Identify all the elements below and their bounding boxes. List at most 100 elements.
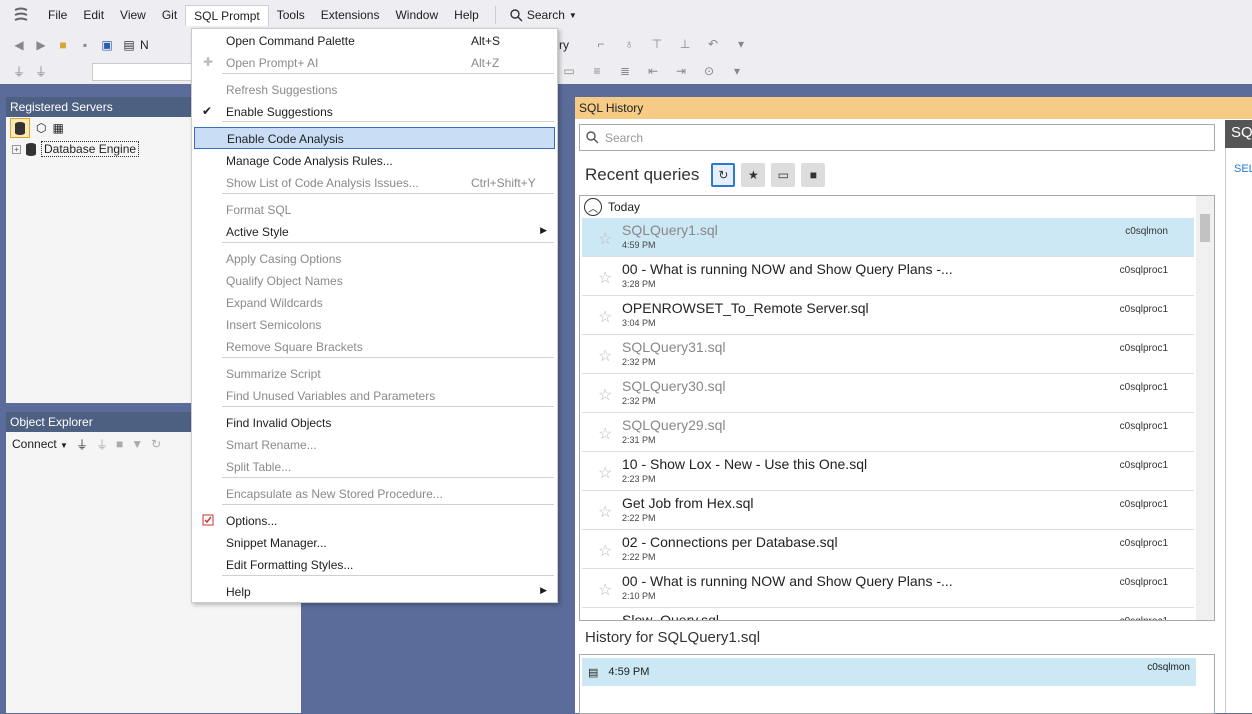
query-row[interactable]: ☆ SQLQuery30.sql 2:32 PM c0sqlproc1: [582, 374, 1194, 413]
query-row[interactable]: ☆ 00 - What is running NOW and Show Query…: [582, 257, 1194, 296]
toolbar-icon-a[interactable]: ⌐: [593, 36, 609, 52]
star-icon[interactable]: ☆: [598, 541, 612, 561]
scrollbar-thumb[interactable]: [1200, 214, 1210, 242]
menu-tools[interactable]: Tools: [269, 5, 313, 25]
menu-item-apply-casing-options[interactable]: Apply Casing Options: [194, 248, 555, 270]
new-query-button[interactable]: N: [140, 38, 149, 52]
group-header-today[interactable]: ︿ Today: [580, 196, 1214, 218]
menu-item-show-code-analysis-issues[interactable]: Show List of Code Analysis Issues... Ctrl…: [194, 172, 555, 194]
indent-icon[interactable]: ⇥: [673, 63, 689, 79]
menu-item-insert-semicolons[interactable]: Insert Semicolons: [194, 314, 555, 336]
open-folder-icon[interactable]: ■: [55, 37, 71, 53]
forward-icon[interactable]: ▶: [33, 37, 49, 53]
menu-item-format-sql[interactable]: Format SQL: [194, 199, 555, 221]
menu-item-split-table[interactable]: Split Table...: [194, 456, 555, 478]
star-icon[interactable]: ☆: [598, 619, 612, 620]
star-icon[interactable]: ☆: [598, 424, 612, 444]
stop-icon[interactable]: ■: [116, 437, 123, 451]
collapse-icon[interactable]: ︿: [584, 198, 602, 216]
disconnect-plug-icon[interactable]: ⏚: [96, 436, 108, 453]
menu-item-open-prompt-ai[interactable]: ✚ Open Prompt+ AI Alt+Z: [194, 52, 555, 74]
refresh-icon[interactable]: ↻: [151, 437, 161, 451]
menu-item-edit-formatting-styles[interactable]: Edit Formatting Styles...: [194, 554, 555, 576]
search-menu[interactable]: Search ▼: [504, 5, 583, 25]
expand-icon[interactable]: +: [12, 144, 21, 154]
menu-item-summarize-script[interactable]: Summarize Script: [194, 363, 555, 385]
refresh-button[interactable]: ↻: [711, 163, 736, 187]
star-icon[interactable]: ☆: [598, 307, 612, 327]
query-row[interactable]: ☆ SQLQuery1.sql 4:59 PM c0sqlmon: [582, 218, 1194, 257]
menu-item-options[interactable]: Options...: [194, 510, 555, 532]
save-all-icon[interactable]: ▣: [99, 37, 115, 53]
toolbar-icon-c[interactable]: ⊤: [649, 36, 665, 52]
reporting-services-icon[interactable]: ▦: [52, 121, 63, 135]
menu-item-enable-suggestions[interactable]: ✔ Enable Suggestions: [194, 101, 555, 123]
query-row[interactable]: ☆ OPENROWSET_To_Remote Server.sql 3:04 PM c…: [582, 296, 1194, 335]
editor-tab[interactable]: SQ: [1225, 120, 1252, 148]
menu-item-remove-square-brackets[interactable]: Remove Square Brackets: [194, 336, 555, 358]
history-row[interactable]: ▤ 4:59 PM c0sqlmon: [582, 658, 1196, 686]
menu-view[interactable]: View: [112, 5, 154, 25]
menu-sql-prompt[interactable]: SQL Prompt: [185, 4, 269, 26]
menu-item-smart-rename[interactable]: Smart Rename...: [194, 434, 555, 456]
plug-icon[interactable]: ⏚: [11, 64, 27, 80]
toolbar-icon-d[interactable]: ⊥: [677, 36, 693, 52]
menu-item-help[interactable]: Help ▶: [194, 581, 555, 603]
menu-item-expand-wildcards[interactable]: Expand Wildcards: [194, 292, 555, 314]
menu-item-active-style[interactable]: Active Style ▶: [194, 221, 555, 243]
menu-item-find-unused-variables[interactable]: Find Unused Variables and Parameters: [194, 385, 555, 407]
star-icon[interactable]: ☆: [598, 346, 612, 366]
menu-extensions[interactable]: Extensions: [313, 5, 388, 25]
star-icon[interactable]: ☆: [598, 229, 612, 249]
connect-button[interactable]: Connect ▼: [12, 437, 68, 451]
star-icon[interactable]: ☆: [598, 580, 612, 600]
menu-window[interactable]: Window: [387, 5, 446, 25]
vertical-scrollbar[interactable]: [1196, 196, 1214, 620]
outdent-icon[interactable]: ⇤: [645, 63, 661, 79]
star-icon[interactable]: ☆: [598, 385, 612, 405]
analysis-services-icon[interactable]: ⬡: [36, 121, 46, 135]
star-icon[interactable]: ☆: [598, 463, 612, 483]
overflow-icon[interactable]: ▾: [733, 36, 749, 52]
overflow-icon-2[interactable]: ▾: [729, 63, 745, 79]
menu-item-open-command-palette[interactable]: Open Command Palette Alt+S: [194, 30, 555, 52]
database-engine-icon[interactable]: [10, 118, 30, 138]
history-search-input[interactable]: Search: [579, 124, 1215, 151]
menu-item-enable-code-analysis[interactable]: Enable Code Analysis: [194, 127, 555, 149]
folder-button[interactable]: ■: [801, 163, 826, 187]
menu-item-manage-code-analysis-rules[interactable]: Manage Code Analysis Rules...: [194, 150, 555, 172]
open-folder-button[interactable]: ▭: [771, 163, 796, 187]
comment-icon[interactable]: ≡: [589, 63, 605, 79]
connect-plug-icon[interactable]: ⏚: [76, 436, 88, 453]
filter-icon[interactable]: ▼: [131, 437, 143, 451]
menu-git[interactable]: Git: [154, 5, 185, 25]
query-row[interactable]: ☆ 00 - What is running NOW and Show Query…: [582, 569, 1194, 608]
menu-edit[interactable]: Edit: [75, 5, 112, 25]
menu-help[interactable]: Help: [446, 5, 487, 25]
results-icon[interactable]: ▭: [561, 63, 577, 79]
menu-item-refresh-suggestions[interactable]: Refresh Suggestions: [194, 79, 555, 101]
favorites-button[interactable]: ★: [741, 163, 766, 187]
undo-icon[interactable]: ↶: [705, 36, 721, 52]
specify-values-icon[interactable]: ⊙: [701, 63, 717, 79]
save-icon[interactable]: ▪: [77, 37, 93, 53]
back-icon[interactable]: ◀: [11, 37, 27, 53]
tree-node-database-engine[interactable]: + Database Engine: [6, 139, 191, 159]
query-row[interactable]: ☆ SQLQuery29.sql 2:31 PM c0sqlproc1: [582, 413, 1194, 452]
star-icon[interactable]: ☆: [598, 502, 612, 522]
new-query-icon[interactable]: ▤: [121, 37, 137, 53]
toolbar-icon-b[interactable]: ♁: [621, 36, 637, 52]
query-row[interactable]: ☆ Get Job from Hex.sql 2:22 PM c0sqlproc1: [582, 491, 1194, 530]
query-row[interactable]: ☆ 10 - Show Lox - New - Use this One.sql 2…: [582, 452, 1194, 491]
menu-item-snippet-manager[interactable]: Snippet Manager...: [194, 532, 555, 554]
uncomment-icon[interactable]: ≣: [617, 63, 633, 79]
star-icon[interactable]: ☆: [598, 268, 612, 288]
menu-item-find-invalid-objects[interactable]: Find Invalid Objects: [194, 412, 555, 434]
query-row[interactable]: ☆ Slow_Query.sql c0sqlproc1: [582, 608, 1194, 620]
query-row[interactable]: ☆ 02 - Connections per Database.sql 2:22 P…: [582, 530, 1194, 569]
disconnect-icon[interactable]: ⏚: [33, 64, 49, 80]
menu-item-qualify-object-names[interactable]: Qualify Object Names: [194, 270, 555, 292]
menu-item-encapsulate-stored-procedure[interactable]: Encapsulate as New Stored Procedure...: [194, 483, 555, 505]
menu-file[interactable]: File: [40, 5, 75, 25]
query-row[interactable]: ☆ SQLQuery31.sql 2:32 PM c0sqlproc1: [582, 335, 1194, 374]
